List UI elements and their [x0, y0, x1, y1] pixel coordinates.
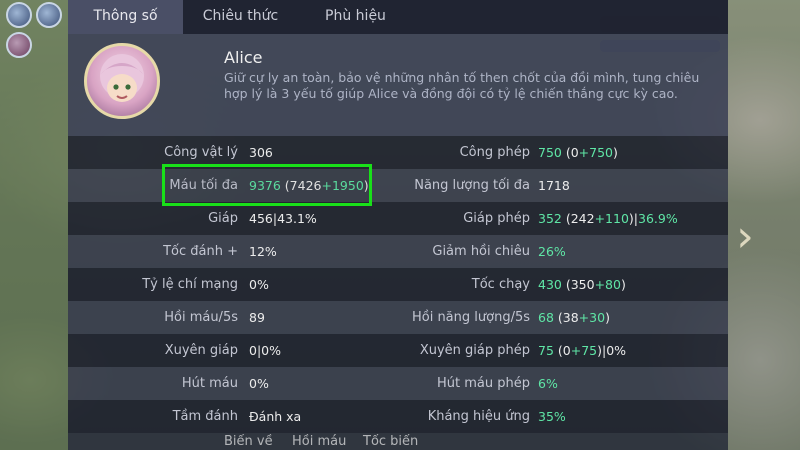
stat-row: Giáp 456|43.1% Giáp phép 352 (242+110)|36.9…: [68, 202, 728, 235]
stat-value: 12%: [249, 235, 277, 268]
stat-label: Hút máu: [181, 376, 238, 391]
stat-value-part: 36.9%: [638, 211, 678, 226]
stat-value: 750 (0+750): [538, 136, 618, 169]
stat-value-part: 306: [249, 145, 273, 160]
stat-value: 0%: [249, 268, 269, 301]
stat-value-part: )|0%: [597, 343, 627, 358]
stat-value-part: (242: [561, 211, 595, 226]
stat-value-part: ): [613, 145, 618, 160]
stat-value-part: 89: [249, 310, 265, 325]
skill-labels: Biến về Hồi máu Tốc biến: [0, 434, 800, 450]
stat-value: 75 (0+75)|0%: [538, 334, 626, 367]
tab-stats[interactable]: Thông số: [68, 0, 183, 34]
stat-value: 26%: [538, 235, 566, 268]
stat-value-part: 0|0%: [249, 343, 281, 358]
stat-value-part: (0: [553, 343, 571, 358]
stat-value-part: 35%: [538, 409, 566, 424]
stat-value-part: 0%: [249, 277, 269, 292]
stat-value-part: +750: [578, 145, 614, 160]
stat-value-part: +75: [570, 343, 598, 358]
stat-label: Xuyên giáp phép: [419, 343, 530, 358]
stat-label: Giáp: [208, 211, 238, 226]
hero-face-icon: [100, 54, 144, 102]
stat-value: 456|43.1%: [249, 202, 317, 235]
stat-value-part: 456|43.1%: [249, 211, 317, 226]
stat-value-part: 0%: [249, 376, 269, 391]
stat-value: 1718: [538, 169, 570, 202]
stat-value-part: ): [620, 277, 626, 292]
stat-value-part: 6%: [538, 376, 558, 391]
stat-label: Hồi máu/5s: [164, 310, 238, 325]
stat-label: Tốc chạy: [471, 277, 530, 292]
stat-value: 35%: [538, 400, 566, 433]
stat-label: Tỷ lệ chí mạng: [142, 277, 238, 292]
hero-avatar-icon[interactable]: [6, 2, 32, 28]
recall-label: Biến về: [224, 434, 273, 449]
stat-value-part: +30: [578, 310, 606, 325]
stat-row: Hút máu 0% Hút máu phép 6%: [68, 367, 728, 400]
stat-value-part: ): [605, 310, 610, 325]
stat-row: Tốc đánh + 12% Giảm hồi chiêu 26%: [68, 235, 728, 268]
stat-value-part: 75: [538, 343, 554, 358]
stat-value-part: 750: [538, 145, 562, 160]
stat-value-part: (38: [553, 310, 579, 325]
stat-value-part: (0: [561, 145, 579, 160]
flash-label: Tốc biến: [363, 434, 419, 449]
stat-value-part: +80: [594, 277, 621, 292]
stat-row: Hồi máu/5s 89 Hồi năng lượng/5s 68 (38+30): [68, 301, 728, 334]
stat-value: 352 (242+110)|36.9%: [538, 202, 678, 235]
stat-value-part: 1718: [538, 178, 570, 193]
stat-label: Năng lượng tối đa: [414, 178, 530, 193]
stat-value: 430 (350+80): [538, 268, 626, 301]
stat-row: Xuyên giáp 0|0% Xuyên giáp phép 75 (0+75)|0…: [68, 334, 728, 367]
stat-value: 68 (38+30): [538, 301, 610, 334]
tab-arcana[interactable]: Phù hiệu: [298, 0, 413, 34]
game-map-left: [0, 0, 68, 450]
stat-label: Giảm hồi chiêu: [432, 244, 530, 259]
tab-skills[interactable]: Chiêu thức: [183, 0, 298, 34]
stat-label: Tốc đánh +: [163, 244, 238, 259]
settings-icon[interactable]: [36, 2, 62, 28]
tab-bar: Thông số Chiêu thức Phù hiệu: [68, 0, 728, 34]
stat-label: Hồi năng lượng/5s: [411, 310, 530, 325]
stat-value-part: 12%: [249, 244, 277, 259]
chevron-right-icon[interactable]: ›: [734, 215, 756, 259]
stat-label: Công phép: [459, 145, 530, 160]
stat-row: Tỷ lệ chí mạng 0% Tốc chạy 430 (350+80): [68, 268, 728, 301]
max-hp-highlight-box: [162, 164, 372, 206]
stat-value-part: 26%: [538, 244, 566, 259]
ally-avatar-icon[interactable]: [6, 32, 32, 58]
stat-value: 0%: [249, 367, 269, 400]
stat-value-part: 430: [538, 277, 562, 292]
stat-value-part: (350: [561, 277, 595, 292]
stat-value-part: )|: [628, 211, 639, 226]
stat-row: Tầm đánh Đánh xa Kháng hiệu ứng 35%: [68, 400, 728, 433]
stat-value: 6%: [538, 367, 558, 400]
stat-label: Kháng hiệu ứng: [427, 409, 530, 424]
hero-description: Giữ cự ly an toàn, bảo vệ những nhân tố …: [224, 70, 700, 101]
stat-value: 0|0%: [249, 334, 281, 367]
stat-value-part: 68: [538, 310, 554, 325]
heal-label: Hồi máu: [292, 434, 347, 449]
stat-label: Hút máu phép: [437, 376, 530, 391]
stat-value-part: Đánh xa: [249, 409, 302, 424]
stat-label: Giáp phép: [463, 211, 530, 226]
stat-value-part: 352: [538, 211, 562, 226]
hero-portrait: [84, 43, 160, 119]
stat-label: Tầm đánh: [172, 409, 238, 424]
stat-value: Đánh xa: [249, 400, 301, 433]
hero-name: Alice: [224, 48, 263, 67]
stat-value: 89: [249, 301, 265, 334]
stat-label: Xuyên giáp: [164, 343, 238, 358]
hero-stats-panel: Thông số Chiêu thức Phù hiệu Công vật lý…: [68, 0, 728, 450]
stat-value-part: +110: [594, 211, 629, 226]
